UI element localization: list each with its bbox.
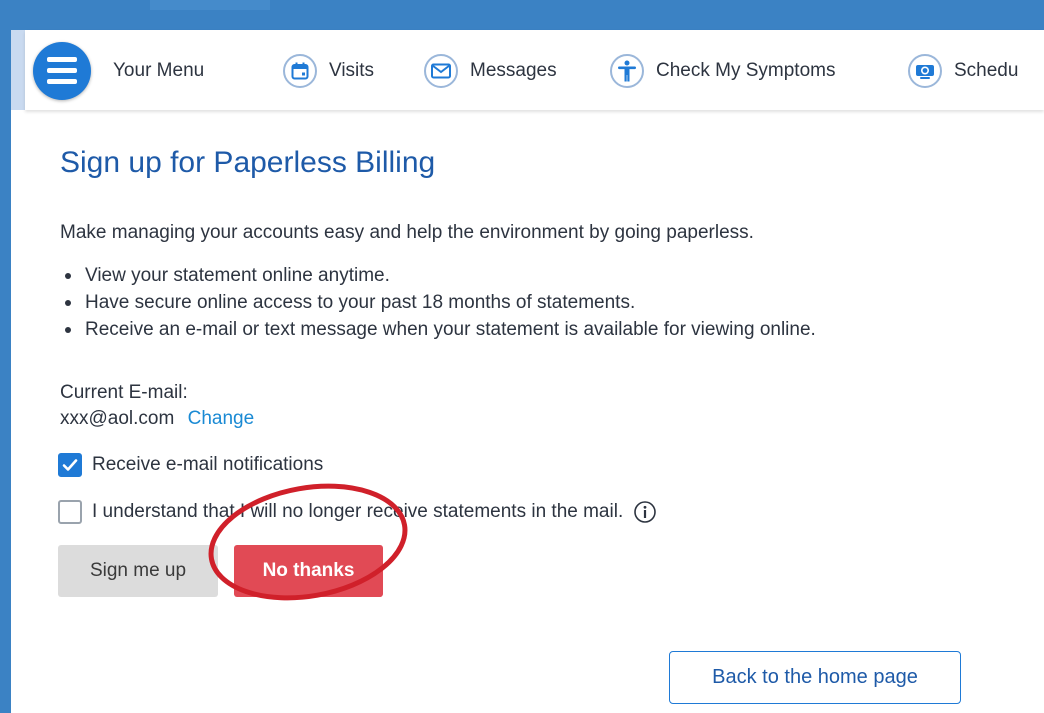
- back-home-button[interactable]: Back to the home page: [669, 651, 961, 704]
- menu-icon-bar: [47, 57, 77, 62]
- understand-checkbox[interactable]: [58, 500, 82, 524]
- checkmark-icon: [62, 459, 78, 471]
- list-item: Have secure online access to your past 1…: [60, 289, 816, 316]
- nav-check-symptoms-label: Check My Symptoms: [656, 60, 836, 81]
- nav-your-menu-label: Your Menu: [113, 60, 205, 81]
- benefits-list: View your statement online anytime. Have…: [60, 262, 816, 343]
- nav-check-symptoms[interactable]: Check My Symptoms: [610, 52, 835, 90]
- calendar-icon: [283, 54, 317, 88]
- current-email-label: Current E-mail:: [60, 382, 188, 403]
- menu-icon[interactable]: [33, 42, 91, 100]
- page-title: Sign up for Paperless Billing: [60, 146, 436, 179]
- menu-icon-bar: [47, 79, 77, 84]
- left-accent-light: [11, 30, 25, 110]
- understand-checkbox-row[interactable]: I understand that I will no longer recei…: [58, 499, 657, 525]
- intro-text: Make managing your accounts easy and hel…: [60, 222, 754, 243]
- notifications-checkbox-row[interactable]: Receive e-mail notifications: [58, 452, 323, 478]
- left-accent-bar: [0, 30, 11, 713]
- envelope-icon: [424, 54, 458, 88]
- no-thanks-button[interactable]: No thanks: [234, 545, 383, 597]
- info-icon[interactable]: [633, 500, 657, 524]
- nav-messages[interactable]: Messages: [424, 52, 557, 90]
- current-email-value: xxx@aol.com: [60, 408, 175, 429]
- list-item: View your statement online anytime.: [60, 262, 816, 289]
- list-item: Receive an e-mail or text message when y…: [60, 316, 816, 343]
- sign-up-button[interactable]: Sign me up: [58, 545, 218, 597]
- understand-checkbox-label: I understand that I will no longer recei…: [92, 501, 624, 522]
- menu-icon-bar: [47, 68, 77, 73]
- header-remnant: [150, 0, 270, 10]
- change-email-link[interactable]: Change: [188, 408, 255, 429]
- nav-messages-label: Messages: [470, 60, 557, 81]
- notifications-checkbox-label: Receive e-mail notifications: [92, 454, 324, 475]
- nav-visits-label: Visits: [329, 60, 375, 81]
- app-window: Your Menu Visits Messages Check My Sympt…: [0, 0, 1044, 713]
- current-email-row: xxx@aol.com Change: [60, 408, 254, 430]
- nav-your-menu[interactable]: Your Menu: [113, 52, 204, 90]
- nav-visits[interactable]: Visits: [283, 52, 374, 90]
- person-icon: [610, 54, 644, 88]
- nav-schedule-label: Schedu: [954, 60, 1019, 81]
- main-navbar: Your Menu Visits Messages Check My Sympt…: [25, 30, 1044, 110]
- notifications-checkbox[interactable]: [58, 453, 82, 477]
- camera-icon: [908, 54, 942, 88]
- nav-schedule[interactable]: Schedu: [908, 52, 1018, 90]
